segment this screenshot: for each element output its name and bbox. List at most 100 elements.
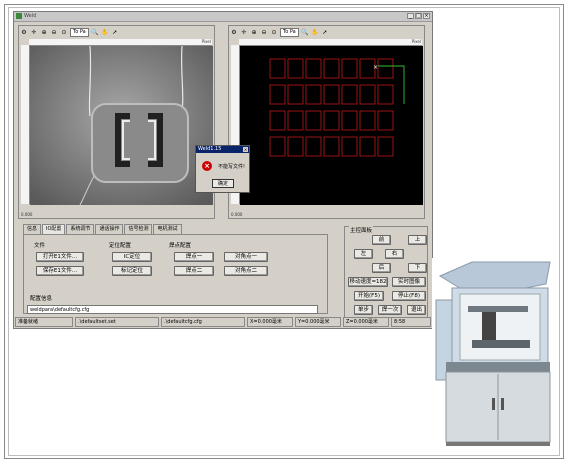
weld-point-1-button[interactable]: 焊点一: [174, 252, 214, 262]
save-file-button[interactable]: 保存E1文件...: [36, 266, 84, 276]
weld-once-button[interactable]: 焊一次: [378, 305, 402, 315]
exit-button[interactable]: 退出: [407, 305, 426, 315]
crosshair-icon[interactable]: ✛: [30, 29, 38, 36]
tab-info[interactable]: 信息: [23, 224, 42, 234]
config-path-field[interactable]: weldpara\defaultcfg.cfg: [27, 305, 318, 314]
dialog-ok-button[interactable]: 确定: [212, 179, 234, 188]
status-x: X=0.000毫米: [247, 317, 293, 327]
camera-pane: ⚙ ✛ ⊕ ⊖ ⊙ To Pa 🔍 ✋ ➚ Pixel 0.000: [18, 25, 215, 219]
zoom-out-icon[interactable]: ⊖: [260, 29, 268, 36]
ic-locate-button[interactable]: IC定位: [112, 252, 152, 262]
hand-icon[interactable]: ✋: [101, 29, 109, 36]
front-button[interactable]: 前: [372, 235, 391, 245]
pad-cell: [377, 110, 394, 131]
minimize-button[interactable]: _: [407, 13, 414, 19]
pointer-icon[interactable]: ➚: [111, 29, 119, 36]
ruler-origin-label: 0.000: [21, 212, 33, 217]
tab-system-adjust[interactable]: 系统调节: [66, 224, 95, 234]
stop-button[interactable]: 停止(F8): [392, 291, 426, 301]
status-time: 8:58: [391, 317, 431, 327]
right-button[interactable]: 右: [385, 249, 404, 259]
magnifier-icon[interactable]: 🔍: [91, 29, 99, 36]
maximize-button[interactable]: □: [415, 13, 422, 19]
zoom-in-icon[interactable]: ⊕: [40, 29, 48, 36]
locate-group-title: 定位配置: [109, 243, 132, 249]
pad-cell: [323, 58, 340, 79]
zoom-in-icon[interactable]: ⊕: [250, 29, 258, 36]
pad-cell: [323, 110, 340, 131]
pad-cell: [377, 84, 394, 105]
tab-io-config[interactable]: IO配置: [42, 224, 66, 234]
horizontal-ruler: Pixel: [239, 39, 422, 46]
crosshair-icon[interactable]: ✛: [240, 29, 248, 36]
zoom-out-icon[interactable]: ⊖: [50, 29, 58, 36]
zoom-select[interactable]: To Pa: [70, 28, 89, 37]
tab-signal-test[interactable]: 信号检测: [124, 224, 153, 234]
pad-cell: [359, 136, 376, 157]
pad-cell: [341, 136, 358, 157]
pad-cell: [305, 84, 322, 105]
hand-icon[interactable]: ✋: [311, 29, 319, 36]
status-cfg-file: .\defaultcfg.cfg: [161, 317, 245, 327]
control-panel-title: 主控面板: [349, 226, 374, 234]
dialog-message: 不能写文件!: [218, 164, 246, 170]
weld-path-view[interactable]: ×: [240, 46, 423, 205]
diagonal-point-2-button[interactable]: 对角点二: [224, 266, 268, 276]
single-step-button[interactable]: 单步: [354, 305, 373, 315]
status-bar: 准备就绪 .\defaultset.set .\defaultcfg.cfg X…: [15, 317, 431, 327]
pad-cell: [305, 136, 322, 157]
diagonal-point-1-button[interactable]: 对角点一: [224, 252, 268, 262]
down-button[interactable]: 下: [408, 263, 427, 273]
ruler-unit: Pixel: [411, 39, 421, 44]
realtime-image-button[interactable]: 实时图像: [392, 277, 426, 287]
weld-point-2-button[interactable]: 焊点二: [174, 266, 214, 276]
config-info-title: 配置信息: [30, 296, 53, 302]
weld-group-title: 焊点配置: [169, 243, 192, 249]
back-button[interactable]: 后: [372, 263, 391, 273]
pad-cell: [323, 136, 340, 157]
horizontal-ruler: Pixel: [29, 39, 212, 46]
pad-cell: [287, 84, 304, 105]
pad-cell: [287, 136, 304, 157]
tab-operation[interactable]: 通话操作: [95, 224, 124, 234]
pad-cell: [341, 110, 358, 131]
error-icon: ×: [202, 161, 212, 171]
dialog-close-icon[interactable]: ×: [243, 147, 248, 152]
pad-cell: [323, 84, 340, 105]
start-button[interactable]: 开始(F5): [354, 291, 384, 301]
move-speed-button[interactable]: 移动速度=182: [348, 277, 388, 287]
zoom-fit-icon[interactable]: ⊙: [60, 29, 68, 36]
app-icon: [16, 13, 22, 19]
pad-cell: [341, 84, 358, 105]
title-bar: Weld _ □ ×: [14, 12, 432, 22]
zoom-fit-icon[interactable]: ⊙: [270, 29, 278, 36]
mark-locate-button[interactable]: 标记定位: [112, 266, 152, 276]
open-file-button[interactable]: 打开E1文件...: [36, 252, 84, 262]
path-toolbar: ⚙ ✛ ⊕ ⊖ ⊙ To Pa 🔍 ✋ ➚: [230, 27, 423, 38]
status-z: Z=0.000毫米: [343, 317, 389, 327]
path-pane: ⚙ ✛ ⊕ ⊖ ⊙ To Pa 🔍 ✋ ➚ Pixel × 0.000: [228, 25, 425, 219]
config-panel: 文件 打开E1文件... 保存E1文件... 定位配置 IC定位 标记定位 焊点…: [23, 234, 328, 314]
camera-toolbar: ⚙ ✛ ⊕ ⊖ ⊙ To Pa 🔍 ✋ ➚: [20, 27, 213, 38]
up-button[interactable]: 上: [408, 235, 427, 245]
left-button[interactable]: 左: [354, 249, 373, 259]
status-set-file: .\defaultset.set: [75, 317, 159, 327]
pad-cell: [269, 84, 286, 105]
dialog-title: Weld1.15: [196, 146, 249, 153]
pad-cell: [269, 136, 286, 157]
close-button[interactable]: ×: [423, 13, 430, 19]
pad-cell: [287, 110, 304, 131]
file-group-title: 文件: [34, 243, 46, 249]
welding-machine-photo: [432, 258, 554, 450]
settings-icon[interactable]: ⚙: [20, 29, 28, 36]
pointer-icon[interactable]: ➚: [321, 29, 329, 36]
error-dialog: Weld1.15 × × 不能写文件! 确定: [195, 145, 250, 193]
settings-icon[interactable]: ⚙: [230, 29, 238, 36]
start-marker: ×: [373, 64, 378, 71]
tab-motor-test[interactable]: 电机测试: [153, 224, 182, 234]
zoom-select[interactable]: To Pa: [280, 28, 299, 37]
pad-cell: [269, 110, 286, 131]
pad-cell: [269, 58, 286, 79]
magnifier-icon[interactable]: 🔍: [301, 29, 309, 36]
vertical-ruler: [21, 45, 30, 204]
